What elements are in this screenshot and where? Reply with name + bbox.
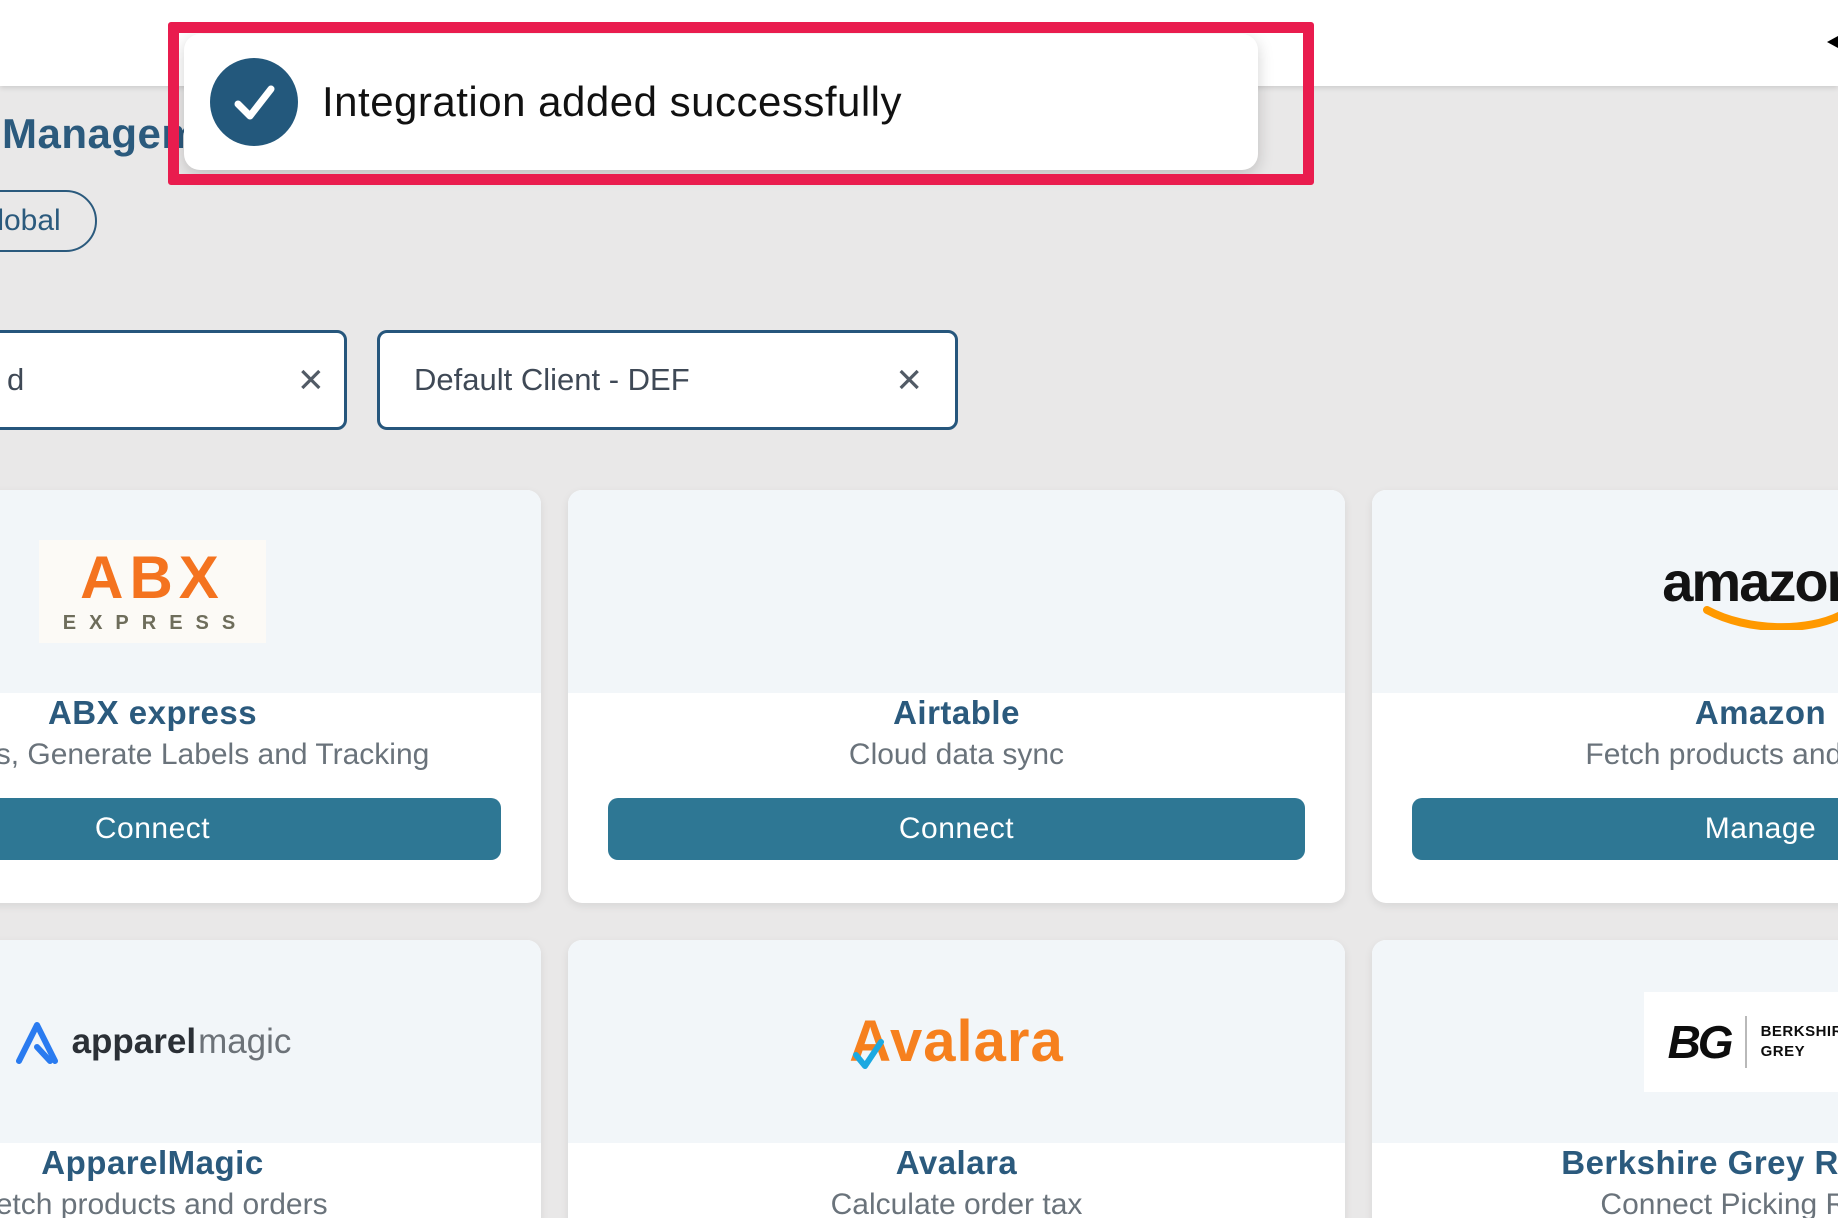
brand-filter-select[interactable]: d ✕: [0, 330, 347, 430]
clear-icon[interactable]: ✕: [297, 364, 325, 397]
client-filter-select[interactable]: Default Client - DEF ✕: [377, 330, 958, 430]
client-filter-value: Default Client - DEF: [414, 362, 690, 398]
avalara-logo: Avalara: [849, 1008, 1063, 1075]
amazon-logo: amazon: [1662, 554, 1838, 630]
card-title: Airtable: [568, 694, 1345, 732]
integration-card-abx-express: ABX EXPRESS ABX express Get Rates, Gener…: [0, 490, 541, 903]
clear-icon[interactable]: ✕: [895, 364, 923, 397]
scope-chip-global[interactable]: Global: [0, 190, 97, 252]
connect-button[interactable]: Connect: [608, 798, 1305, 860]
brand-filter-value: d: [7, 362, 24, 398]
card-description: Fetch products and orders: [0, 1188, 541, 1218]
card-logo-area: Avalara: [568, 940, 1345, 1143]
manage-button[interactable]: Manage: [1412, 798, 1838, 860]
card-description: Cloud data sync: [568, 738, 1345, 772]
connect-button[interactable]: Connect: [0, 798, 501, 860]
integration-card-amazon: amazon Amazon Fetch products and orders …: [1372, 490, 1838, 903]
card-description: Fetch products and orders: [1372, 738, 1838, 772]
card-description: Calculate order tax: [568, 1188, 1345, 1218]
apparelmagic-mark-icon: [14, 1019, 60, 1065]
integration-card-avalara: Avalara Avalara Calculate order tax: [568, 940, 1345, 1218]
abx-express-logo: ABX EXPRESS: [39, 540, 266, 643]
apparelmagic-logo: apparel magic: [14, 1019, 292, 1065]
card-title: Amazon: [1372, 694, 1838, 732]
amazon-smile-icon: [1703, 606, 1838, 630]
integration-card-berkshire-grey: BG BERKSHIRE GREY Berkshire Grey Robotic…: [1372, 940, 1838, 1218]
check-icon: [210, 58, 298, 146]
logo-divider: [1745, 1016, 1747, 1068]
card-logo-area: ABX EXPRESS: [0, 490, 541, 693]
avalara-check-icon: [853, 1039, 885, 1069]
integration-card-apparelmagic: apparel magic ApparelMagic Fetch product…: [0, 940, 541, 1218]
card-logo-area: amazon: [1372, 490, 1838, 693]
card-title: Avalara: [568, 1144, 1345, 1182]
success-toast: Integration added successfully: [184, 34, 1258, 170]
cursor-arrow-icon: [1827, 31, 1838, 53]
integrations-page: Management Global d ✕ Default Client - D…: [0, 0, 1838, 1218]
card-logo-area: apparel magic: [0, 940, 541, 1143]
toast-message: Integration added successfully: [322, 78, 902, 126]
card-description: Connect Picking Robots: [1372, 1188, 1838, 1218]
integration-card-airtable: Airtable Cloud data sync Connect: [568, 490, 1345, 903]
card-title: ApparelMagic: [0, 1144, 541, 1182]
berkshire-grey-logo: BG BERKSHIRE GREY: [1644, 992, 1838, 1092]
scope-chip-label: Global: [0, 204, 61, 237]
card-logo-area: [568, 490, 1345, 693]
card-title: ABX express: [0, 694, 541, 732]
card-logo-area: BG BERKSHIRE GREY: [1372, 940, 1838, 1143]
card-title: Berkshire Grey Robotics: [1372, 1144, 1838, 1182]
card-description: Get Rates, Generate Labels and Tracking: [0, 738, 541, 772]
